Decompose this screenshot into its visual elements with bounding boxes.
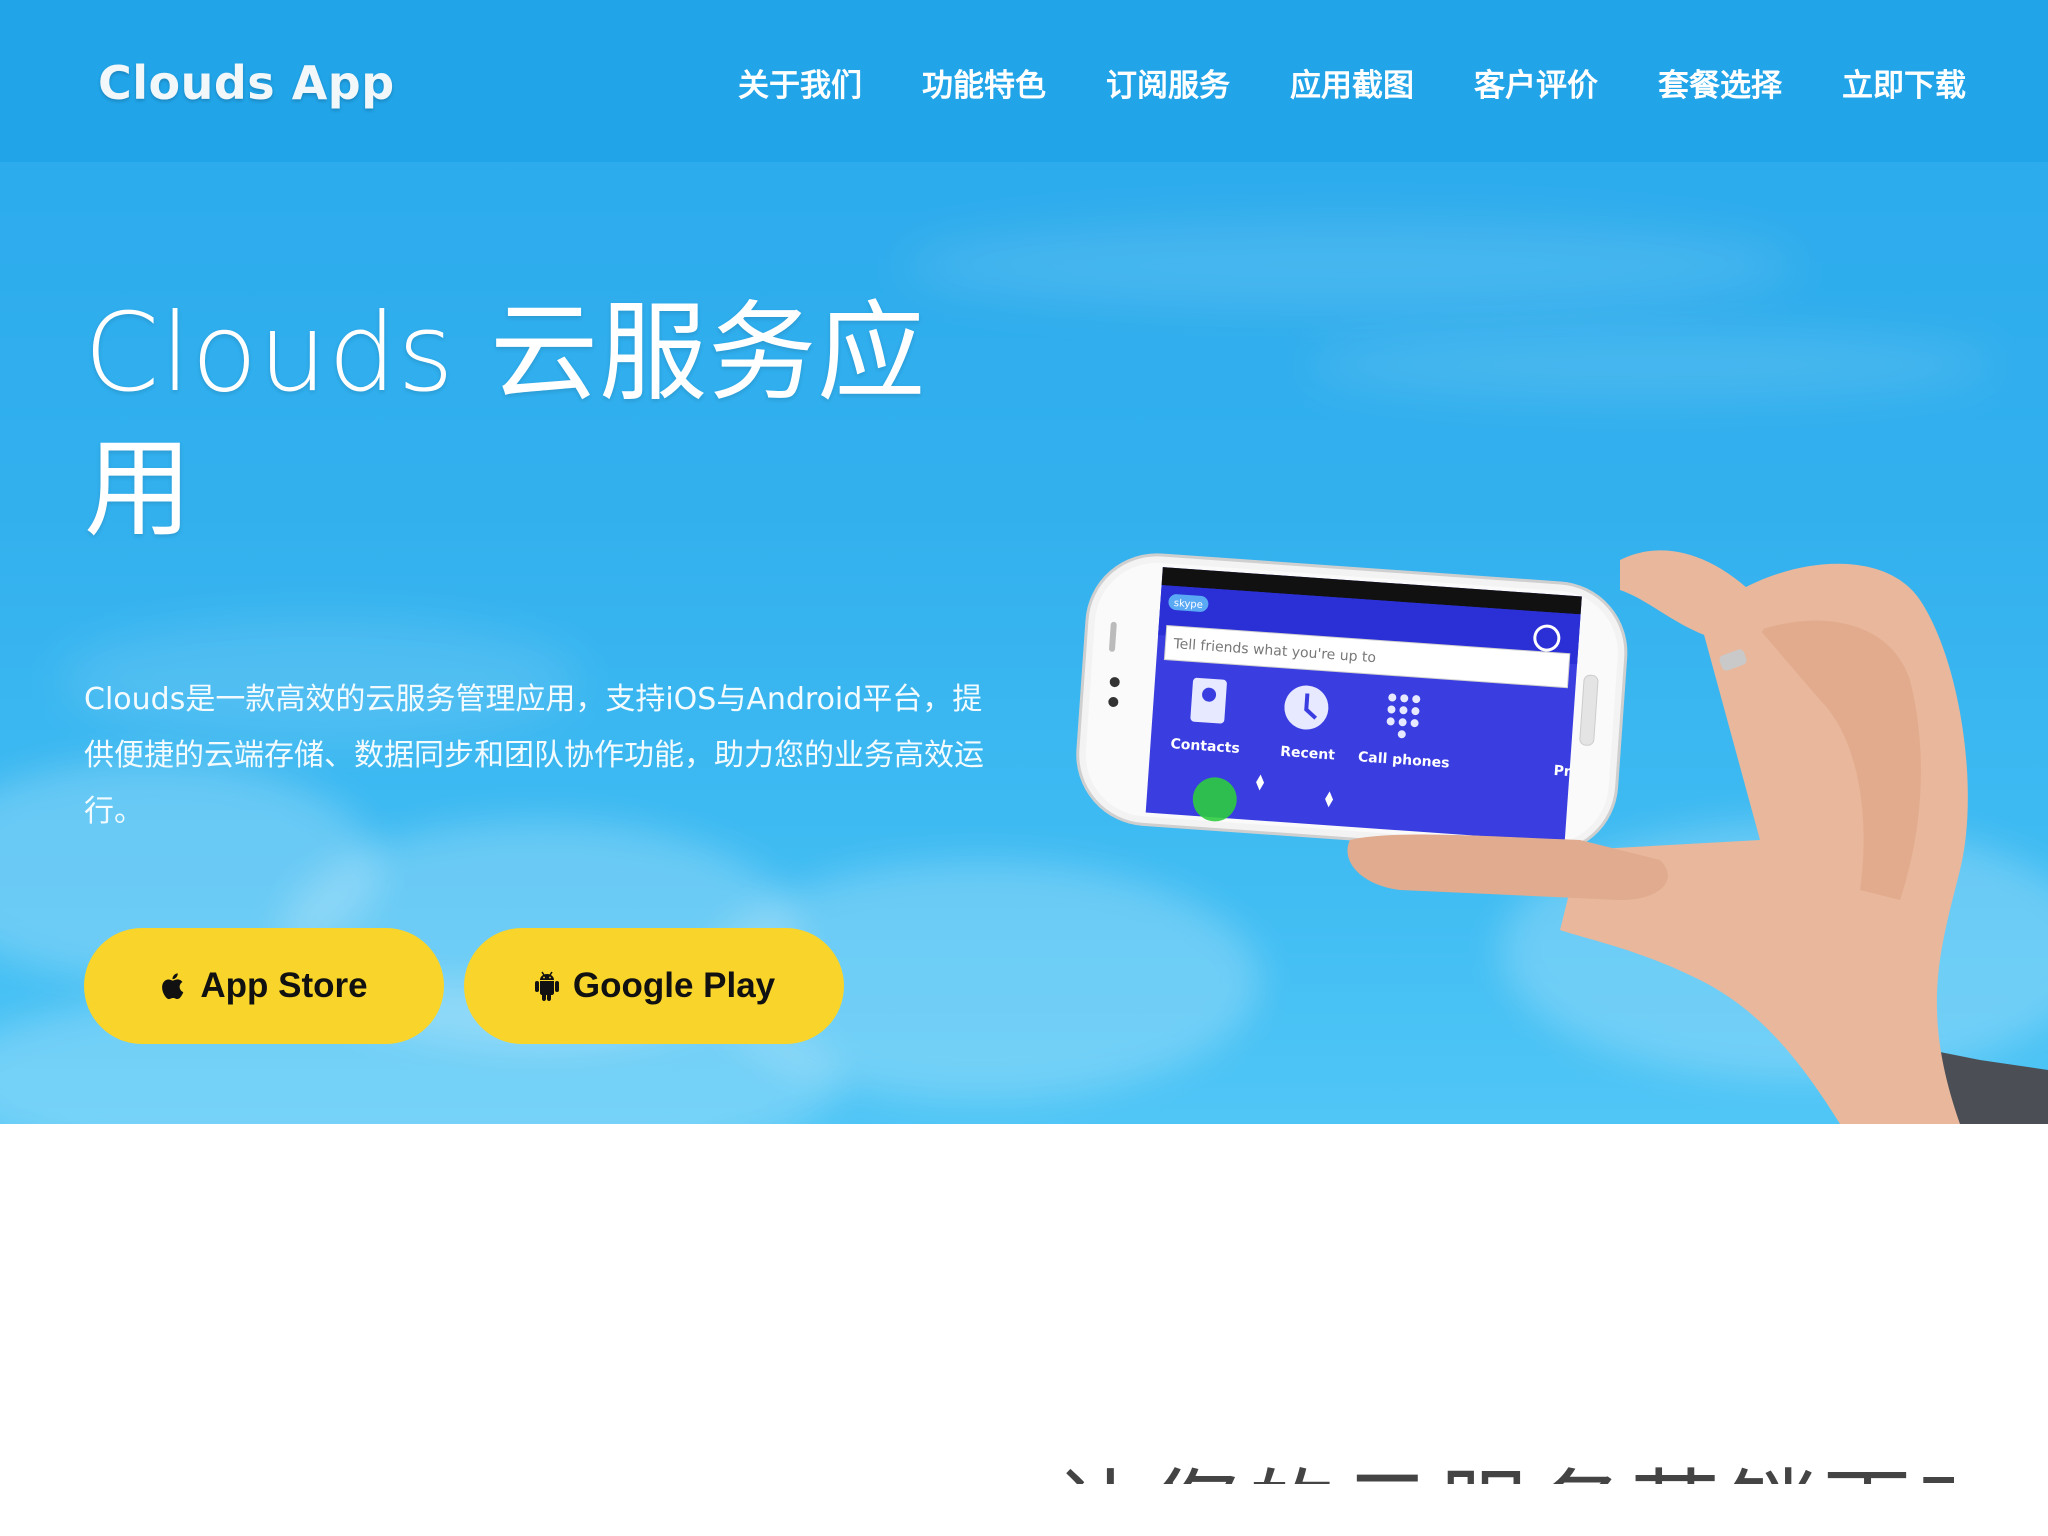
sky-streak — [1300, 330, 2000, 400]
hero-section: Clouds App 关于我们 功能特色 订阅服务 应用截图 客户评价 套餐选择… — [0, 0, 2048, 1124]
section-heading-wrapper: 让您的云服务营销更高效 — [1054, 1324, 1954, 1484]
hero-title: Clouds 云服务应用 — [84, 291, 927, 552]
nav-link-testimonials[interactable]: 客户评价 — [1474, 60, 1598, 105]
google-play-label: Google Play — [572, 966, 776, 1005]
nav-link-download[interactable]: 立即下载 — [1842, 60, 1966, 105]
google-play-button[interactable]: Google Play — [464, 928, 844, 1044]
hero-description: Clouds是一款高效的云服务管理应用，支持iOS与Android平台，提供便捷… — [84, 682, 984, 829]
nav-link-pricing[interactable]: 套餐选择 — [1658, 60, 1782, 105]
navbar: Clouds App 关于我们 功能特色 订阅服务 应用截图 客户评价 套餐选择… — [0, 0, 2048, 162]
tile-label-partial: Pr — [1553, 763, 1571, 780]
fingers — [1347, 834, 1668, 900]
nav-link-screenshots[interactable]: 应用截图 — [1290, 60, 1414, 105]
app-store-label: App Store — [200, 966, 368, 1005]
thumb — [1620, 550, 1767, 643]
features-section: 让您的云服务营销更高效 — [0, 1124, 2048, 1536]
phone-in-hand-illustration: skype Tell friends what you're up to Con… — [1076, 550, 2048, 1124]
apple-icon — [160, 970, 188, 1002]
section-heading: 让您的云服务营销更高效 — [1054, 1439, 1954, 1484]
app-store-button[interactable]: App Store — [84, 928, 444, 1044]
android-icon — [533, 970, 561, 1002]
nav-link-about[interactable]: 关于我们 — [738, 60, 862, 105]
nav-link-subscription[interactable]: 订阅服务 — [1106, 60, 1230, 105]
brand-logo[interactable]: Clouds App — [98, 56, 395, 110]
sky-streak — [900, 220, 1800, 310]
skype-logo-text: skype — [1173, 598, 1203, 611]
nav-link-features[interactable]: 功能特色 — [922, 60, 1046, 105]
nav-menu: 关于我们 功能特色 订阅服务 应用截图 客户评价 套餐选择 立即下载 — [738, 60, 1966, 105]
